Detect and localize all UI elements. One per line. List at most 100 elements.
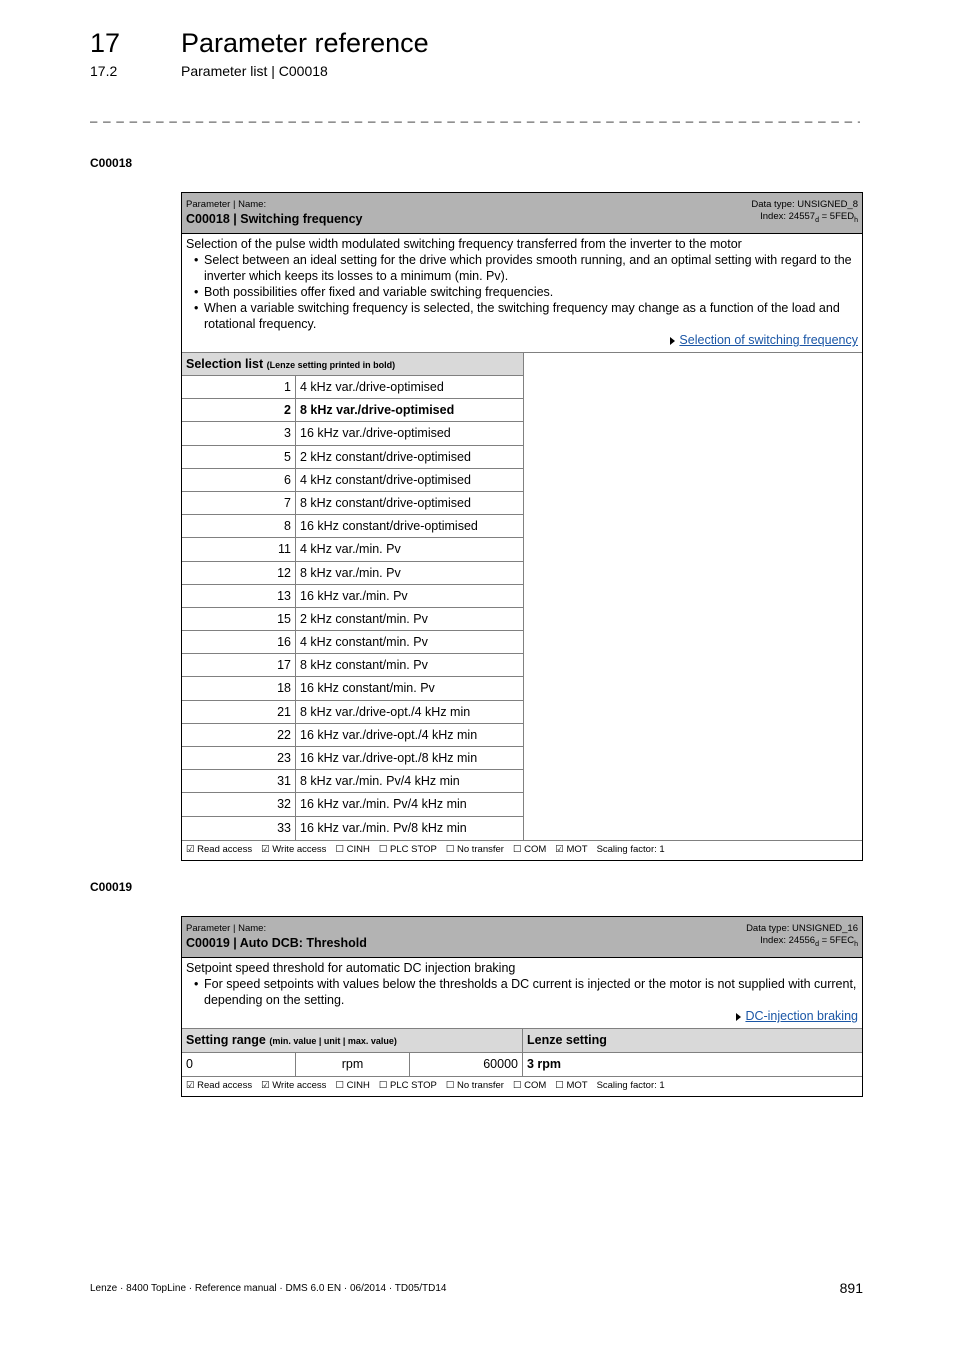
header-separator: _ _ _ _ _ _ _ _ _ _ _ _ _ _ _ _ _ _ _ _ … — [90, 108, 860, 123]
parameter-table-c00018: Parameter | Name: C00018 | Switching fre… — [181, 192, 863, 861]
parameter-description: Setpoint speed threshold for automatic D… — [182, 958, 862, 1029]
selection-of-switching-frequency-link[interactable]: Selection of switching frequency — [679, 333, 858, 347]
selection-text: 4 kHz var./drive-optimised — [300, 380, 444, 394]
parameter-table-c00019: Parameter | Name: C00019 | Auto DCB: Thr… — [181, 916, 863, 1097]
selection-note: (Lenze setting printed in bold) — [266, 360, 396, 370]
selection-row: 33 16 kHz var./min. Pv/8 kHz min — [182, 816, 523, 840]
description-text: Selection of the pulse width modulated s… — [186, 237, 742, 251]
range-min: 0 — [182, 1053, 296, 1076]
access-flags: ☑ Read access ☑ Write access ☐ CINH ☐ PLC S… — [182, 1076, 862, 1096]
selection-text: 16 kHz var./min. Pv/4 kHz min — [300, 797, 467, 812]
parameter-description: Selection of the pulse width modulated s… — [182, 234, 862, 353]
selection-text: 2 kHz constant/min. Pv — [300, 611, 428, 626]
access-flag: ☑ Read access — [186, 843, 253, 855]
index-decimal: Index: 24557 — [760, 211, 816, 222]
selection-value: 1 — [182, 376, 296, 399]
link-row: DC-injection braking — [186, 1008, 858, 1024]
selection-row: 18 16 kHz constant/min. Pv — [182, 677, 523, 701]
parameter-name: C00018 | Switching frequency — [186, 212, 363, 226]
empty-column — [524, 353, 862, 840]
selection-value: 8 — [182, 515, 296, 538]
selection-text: 16 kHz constant/drive-optimised — [300, 519, 478, 534]
selection-text: 8 kHz var./min. Pv/4 kHz min — [300, 774, 460, 789]
index-hex: = 5FED — [818, 211, 855, 222]
parameter-name: C00019 | Auto DCB: Threshold — [186, 936, 367, 950]
selection-list-header: Selection list (Lenze setting printed in… — [182, 353, 523, 376]
selection-text: 8 kHz var./drive-opt./4 kHz min — [300, 704, 471, 719]
data-type: Data type: UNSIGNED_16 — [746, 923, 858, 934]
access-flag: ☐ PLC STOP — [378, 843, 437, 855]
index-sub-h: h — [854, 940, 858, 948]
range-max: 60000 — [410, 1053, 523, 1076]
scaling-factor: Scaling factor: 1 — [596, 1080, 665, 1091]
link-row: Selection of switching frequency — [186, 332, 858, 348]
parameter-index: Index: 24557d = 5FEDh — [760, 211, 858, 224]
access-flag: ☐ COM — [512, 1080, 547, 1091]
selection-row: 7 8 kHz constant/drive-optimised — [182, 491, 523, 516]
selection-value: 18 — [182, 677, 296, 700]
selection-row: 5 2 kHz constant/drive-optimised — [182, 445, 523, 469]
bullet-item: Both possibilities offer fixed and varia… — [194, 284, 858, 300]
selection-row: 11 4 kHz var./min. Pv — [182, 538, 523, 562]
selection-value: 2 — [182, 399, 296, 422]
parameter-index: Index: 24556d = 5FECh — [760, 935, 858, 948]
selection-row: 22 16 kHz var./drive-opt./4 kHz min — [182, 723, 523, 747]
param-heading: C00019 — [90, 880, 133, 894]
selection-value: 31 — [182, 770, 296, 793]
selection-value: 6 — [182, 468, 296, 491]
section-title: Parameter list | C00018 — [181, 63, 328, 79]
selection-value: 11 — [182, 538, 296, 561]
range-title: Setting range — [186, 1033, 266, 1047]
description-bullets: For speed setpoints with values below th… — [186, 976, 858, 1008]
access-flag: ☐ CINH — [335, 843, 370, 855]
selection-row: 31 8 kHz var./min. Pv/4 kHz min — [182, 770, 523, 794]
param-heading: C00018 — [90, 156, 133, 170]
selection-text: 16 kHz var./drive-opt./8 kHz min — [300, 751, 478, 765]
selection-row: 1 4 kHz var./drive-optimised — [182, 376, 523, 400]
access-flag: ☐ No transfer — [445, 1080, 504, 1091]
parameter-label: Parameter | Name: — [186, 199, 267, 210]
selection-list-wrap: Selection list (Lenze setting printed in… — [182, 353, 862, 840]
selection-title: Selection list — [186, 357, 264, 371]
selection-row: 13 16 kHz var./min. Pv — [182, 584, 523, 608]
selection-row: 2 8 kHz var./drive-optimised — [182, 399, 523, 423]
parameter-label: Parameter | Name: — [186, 923, 267, 934]
access-flag: ☐ CINH — [335, 1080, 370, 1091]
triangle-right-icon — [736, 1012, 742, 1021]
index-sub-h: h — [854, 216, 858, 224]
parameter-header: Parameter | Name: C00018 | Switching fre… — [182, 193, 862, 234]
selection-text: 4 kHz constant/min. Pv — [300, 635, 428, 650]
selection-text: 2 kHz constant/drive-optimised — [300, 449, 471, 464]
range-unit: rpm — [296, 1053, 410, 1076]
selection-value: 23 — [182, 747, 296, 770]
selection-value: 32 — [182, 793, 296, 816]
selection-value: 3 — [182, 422, 296, 445]
selection-text: 16 kHz var./min. Pv/8 kHz min — [300, 820, 467, 835]
selection-text: 16 kHz var./drive-optimised — [300, 426, 451, 441]
page-number: 891 — [839, 1280, 863, 1296]
selection-value: 33 — [182, 816, 296, 840]
selection-value: 7 — [182, 491, 296, 515]
setting-range-header: Setting range (min. value | unit | max. … — [182, 1029, 862, 1053]
bullet-item: Select between an ideal setting for the … — [194, 252, 858, 284]
selection-row: 23 16 kHz var./drive-opt./8 kHz min — [182, 747, 523, 771]
selection-text: 4 kHz var./min. Pv — [300, 542, 401, 557]
access-flag: ☑ MOT — [555, 843, 588, 855]
access-flags: ☑ Read access ☑ Write access ☐ CINH ☐ PLC S… — [182, 839, 862, 860]
selection-text: 4 kHz constant/drive-optimised — [300, 472, 471, 487]
selection-value: 22 — [182, 723, 296, 746]
dc-injection-braking-link[interactable]: DC-injection braking — [745, 1009, 858, 1023]
selection-row: 16 4 kHz constant/min. Pv — [182, 631, 523, 655]
selection-value: 5 — [182, 445, 296, 468]
selection-value: 13 — [182, 584, 296, 607]
bullet-item: For speed setpoints with values below th… — [194, 976, 858, 1008]
chapter-number: 17 — [90, 28, 121, 58]
selection-row: 32 16 kHz var./min. Pv/4 kHz min — [182, 793, 523, 817]
selection-row: 3 16 kHz var./drive-optimised — [182, 422, 523, 446]
lenze-setting-title: Lenze setting — [527, 1033, 607, 1047]
footer-text: Lenze · 8400 TopLine · Reference manual … — [90, 1283, 447, 1294]
access-flag: ☐ COM — [512, 843, 547, 855]
selection-value: 17 — [182, 654, 296, 677]
access-flag: ☑ Read access — [186, 1080, 253, 1091]
selection-row: 17 8 kHz constant/min. Pv — [182, 654, 523, 678]
